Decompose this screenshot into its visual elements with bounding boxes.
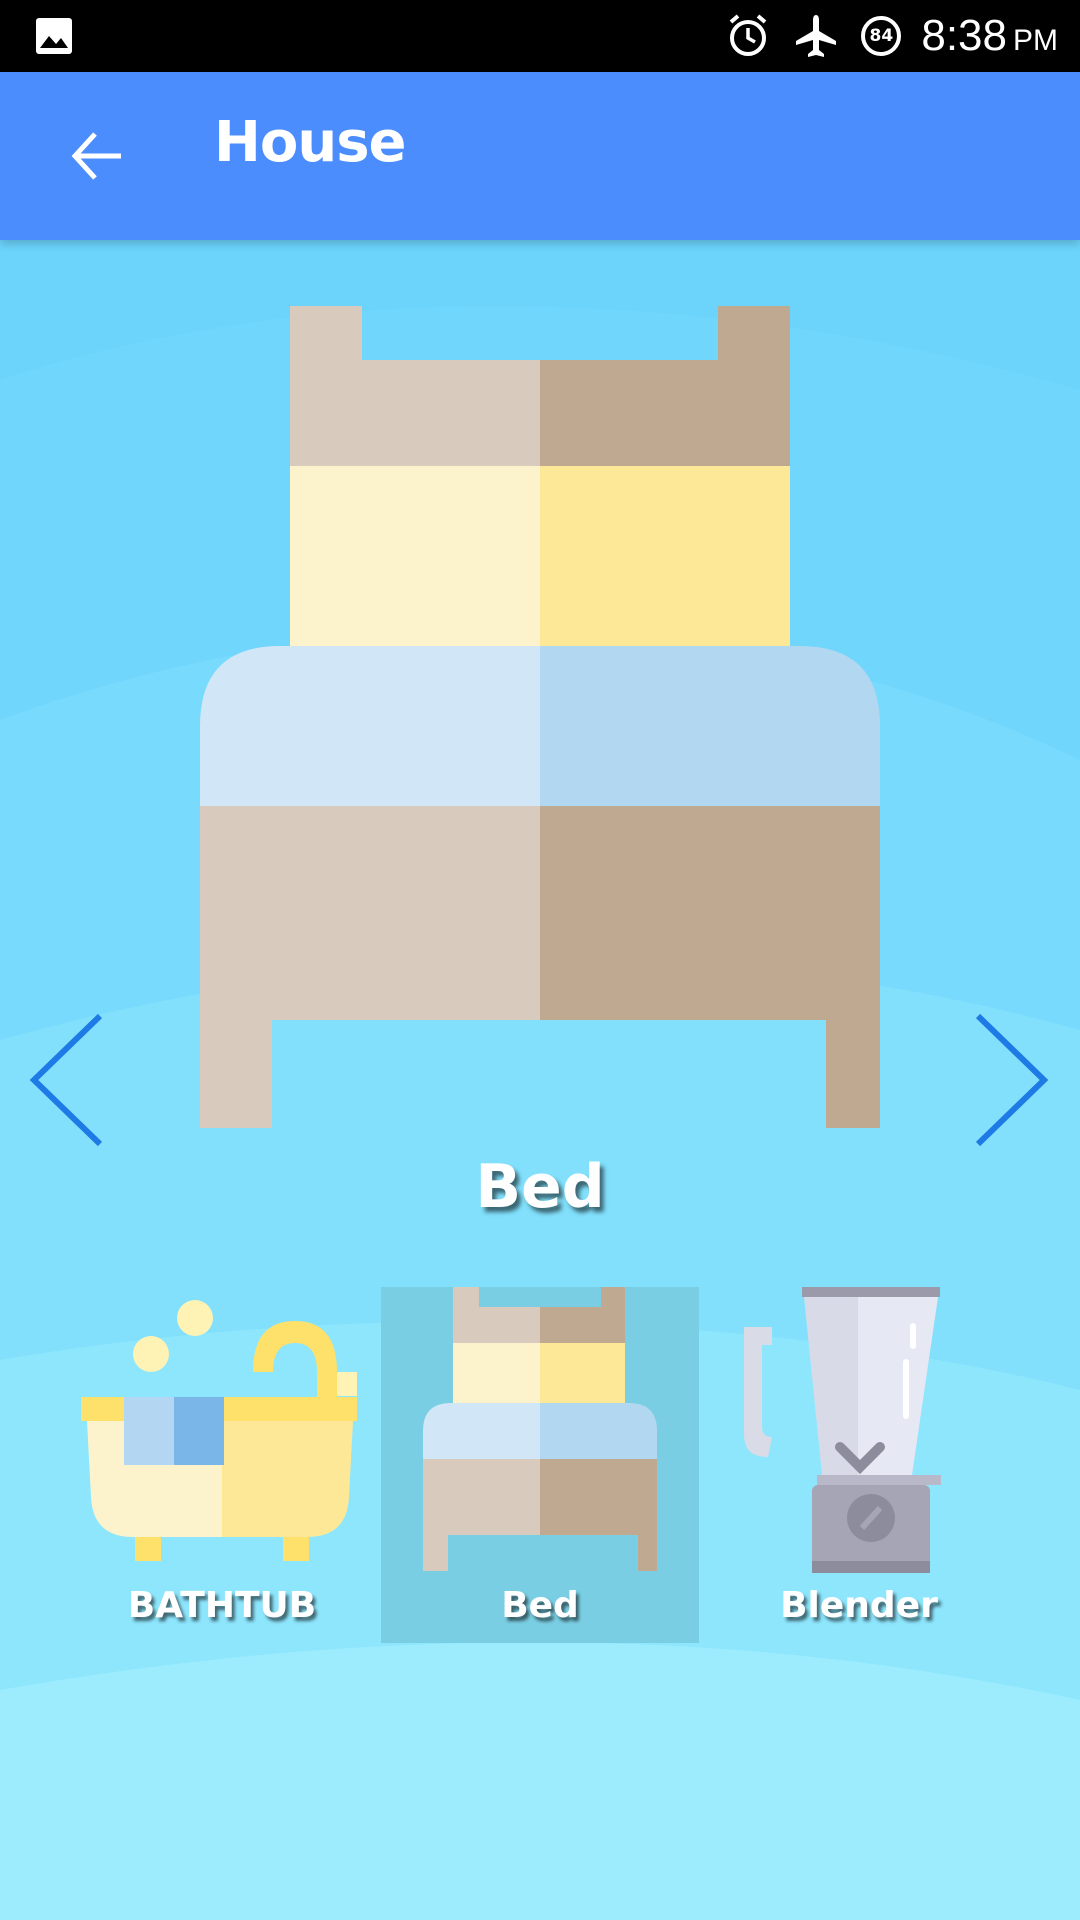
thumbnail-label: Blender xyxy=(780,1585,938,1626)
back-button[interactable] xyxy=(62,124,132,188)
thumbnail-label: Bed xyxy=(501,1585,579,1626)
thumbnail-blender[interactable]: Blender xyxy=(700,1287,1018,1643)
thumbnail-bathtub[interactable]: BATHTUB xyxy=(63,1287,381,1643)
status-bar: 84 8:38 PM xyxy=(0,0,1080,72)
bed-illustration xyxy=(200,306,880,1128)
clock-ampm: PM xyxy=(1013,24,1058,57)
image-icon xyxy=(34,16,74,60)
arrow-back-icon xyxy=(71,132,121,180)
thumbnail-bed[interactable]: Bed xyxy=(381,1287,699,1643)
current-item-name: Bed xyxy=(475,1152,605,1222)
clock-time: 8:38 xyxy=(921,11,1007,60)
bathtub-icon xyxy=(81,1300,357,1561)
chevron-left-icon[interactable] xyxy=(26,1010,106,1150)
battery-icon: 84 xyxy=(861,16,902,56)
app-bar: House xyxy=(0,72,1080,240)
chevron-right-icon[interactable] xyxy=(972,1010,1052,1150)
bed-icon xyxy=(423,1287,657,1571)
battery-level: 84 xyxy=(861,16,902,56)
thumbnail-label: BATHTUB xyxy=(127,1585,317,1626)
blender-icon xyxy=(744,1287,941,1573)
airplane-mode-icon xyxy=(793,13,839,59)
alarm-icon xyxy=(725,13,771,59)
clock: 8:38 PM xyxy=(921,11,1058,61)
page-title: House xyxy=(214,110,407,175)
